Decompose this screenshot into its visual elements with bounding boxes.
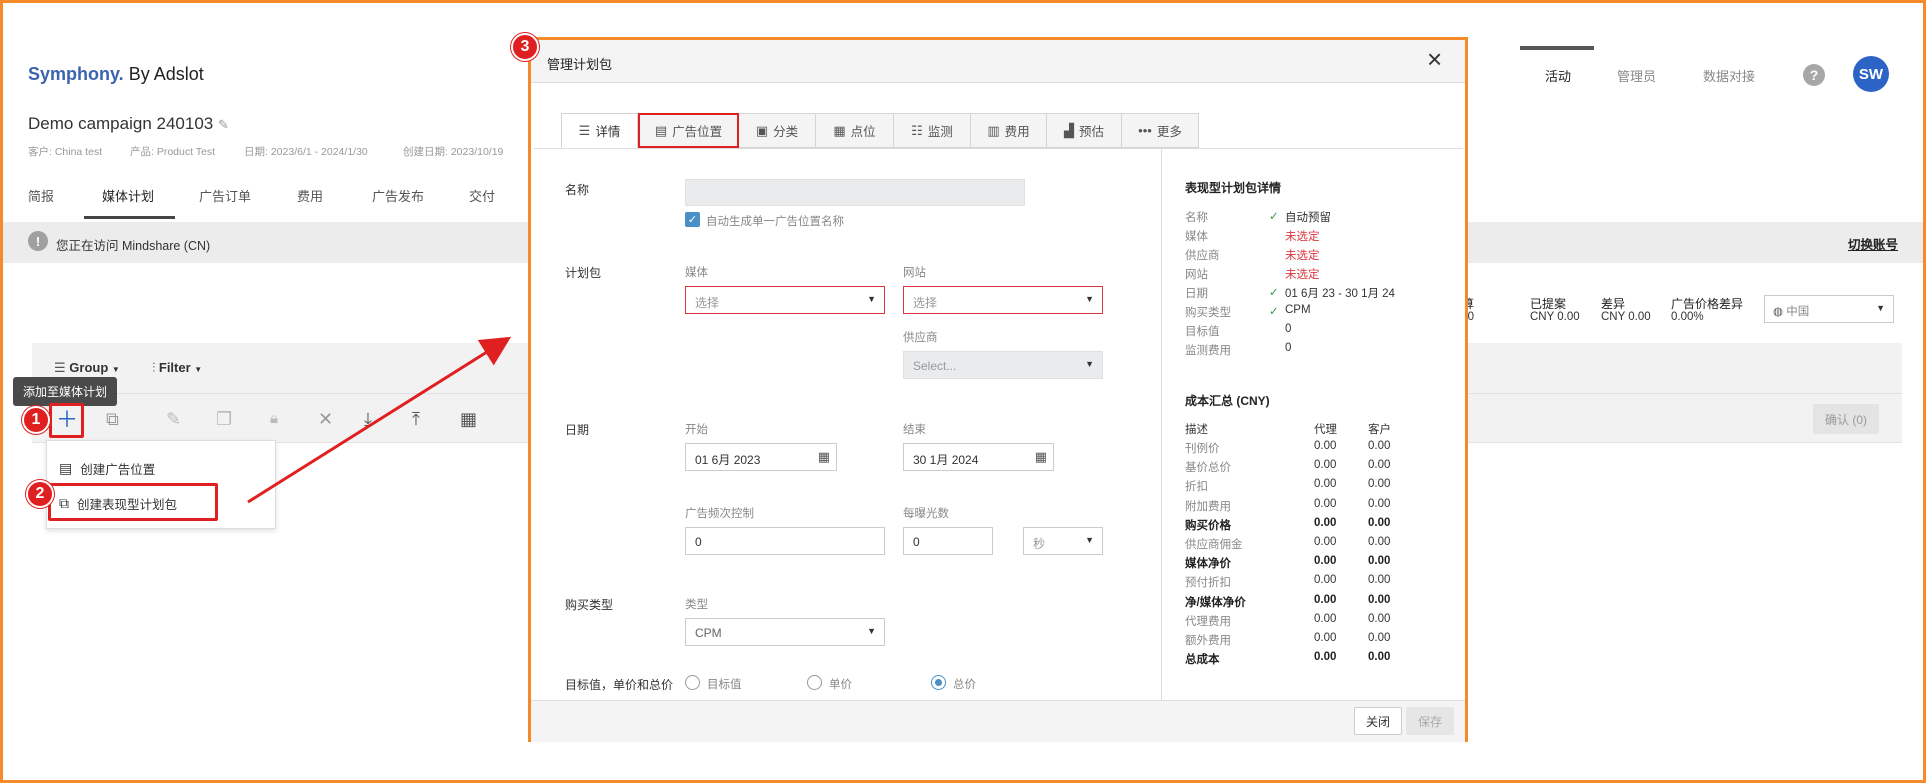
step-badge-2: 2 <box>26 480 54 508</box>
step-badge-1: 1 <box>22 406 50 434</box>
annotation-arrow <box>247 336 512 504</box>
step-badge-3: 3 <box>511 33 539 61</box>
